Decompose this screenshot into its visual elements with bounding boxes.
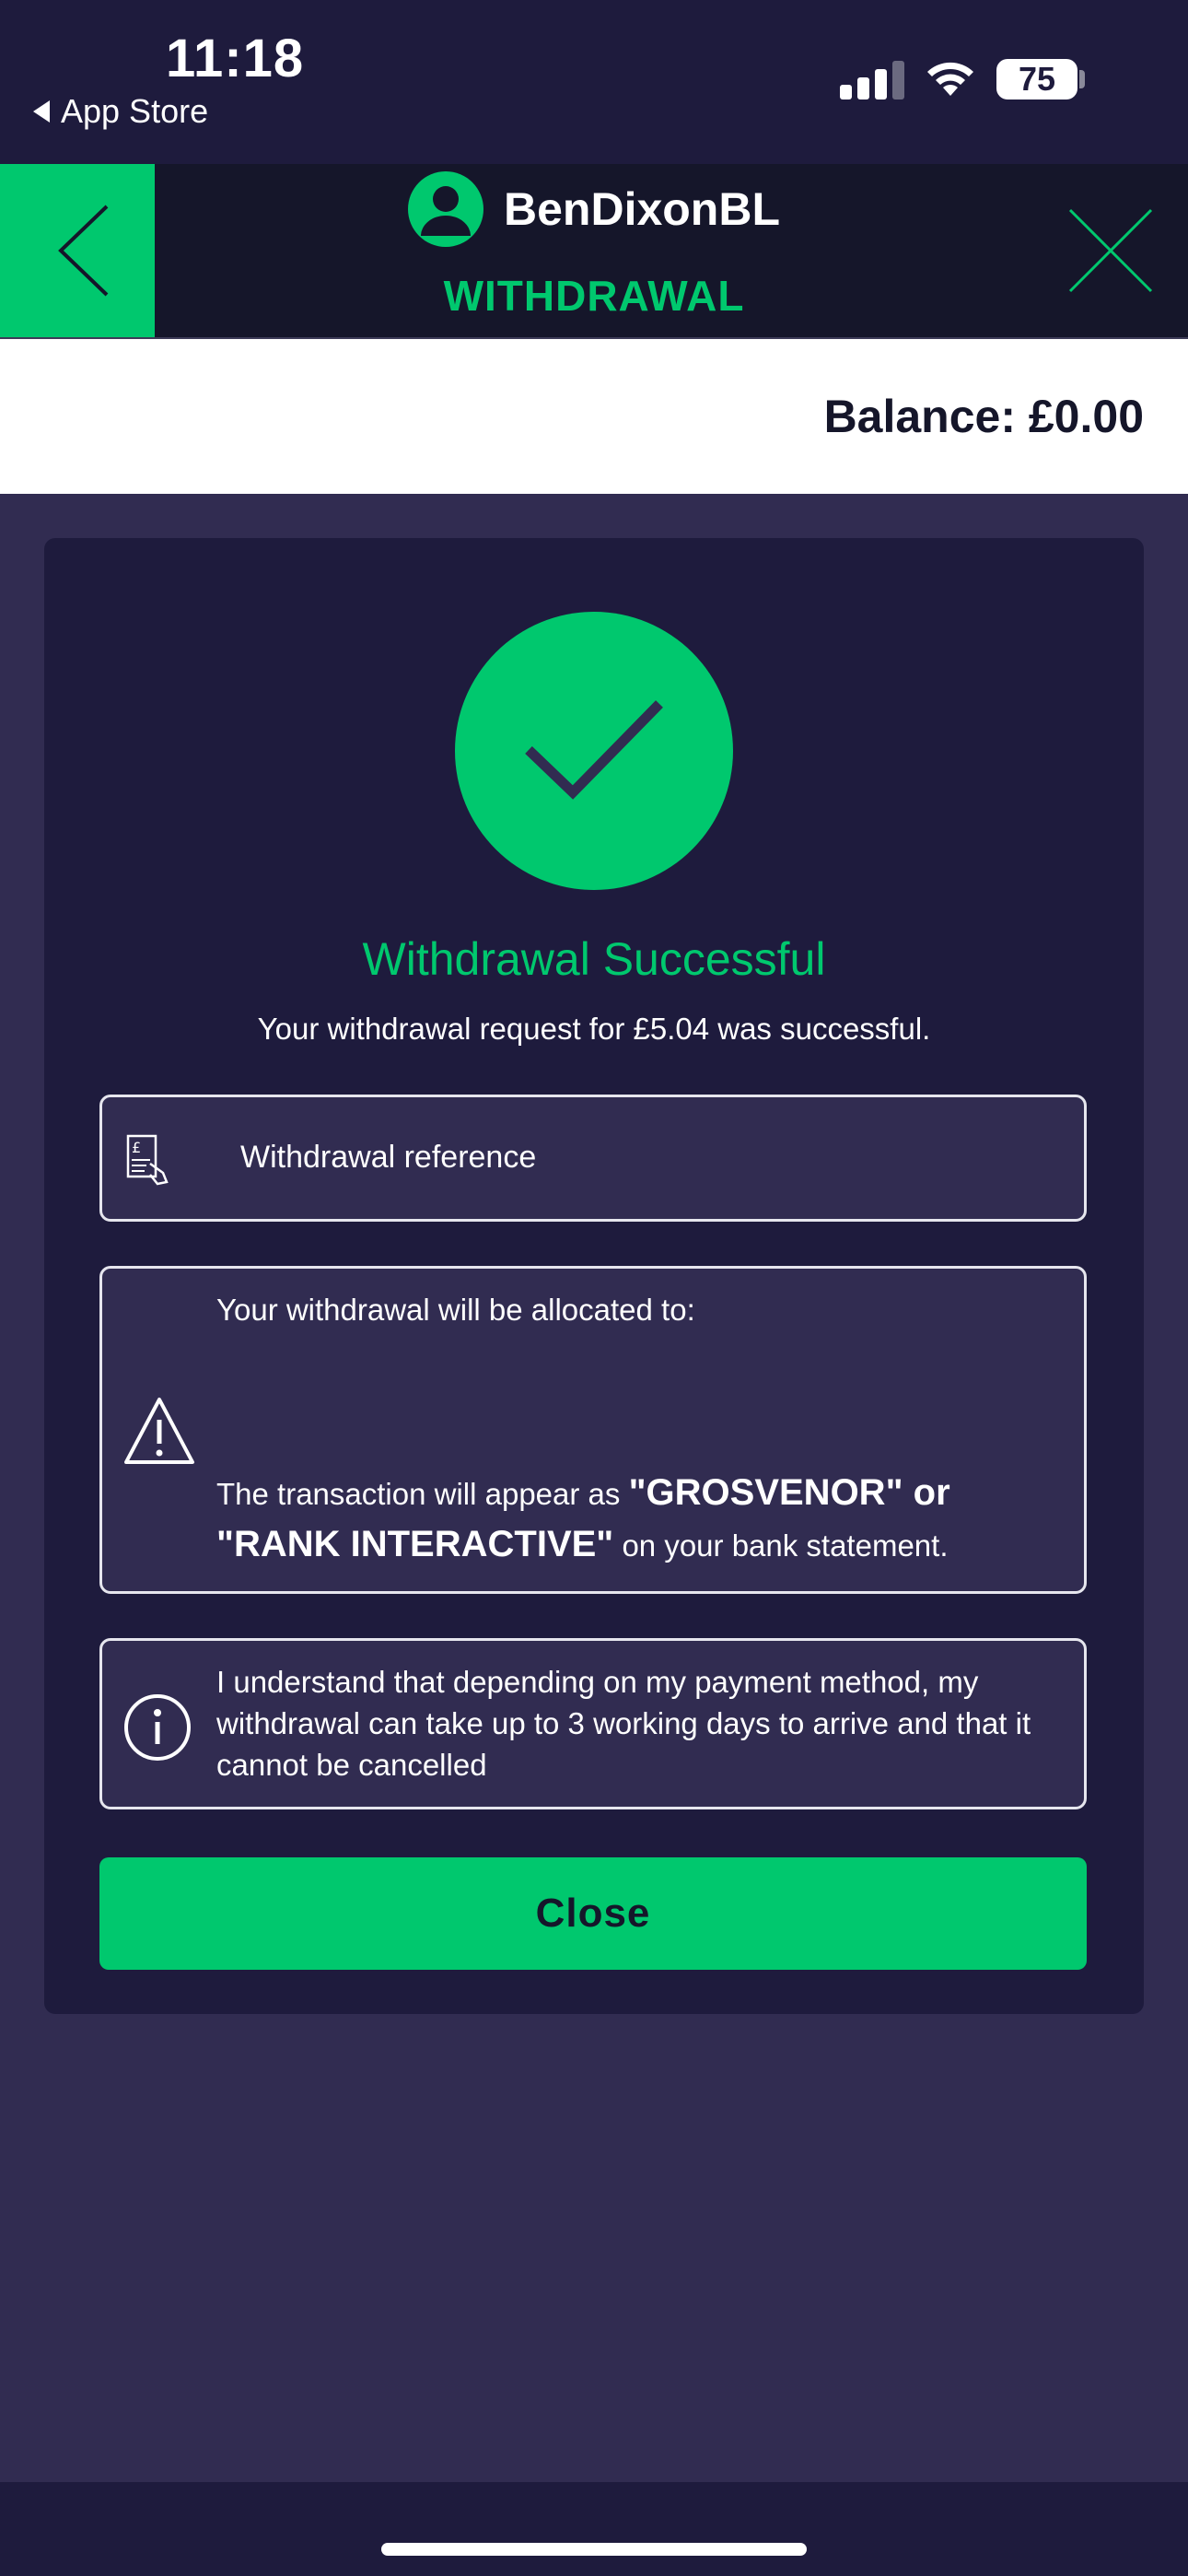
- close-button[interactable]: Close: [99, 1857, 1087, 1970]
- bank-statement-note: The transaction will appear as "GROSVENO…: [216, 1468, 1066, 1571]
- close-icon[interactable]: [1066, 206, 1155, 295]
- success-message: Your withdrawal request for £5.04 was su…: [257, 1012, 931, 1046]
- warning-icon: [124, 1398, 194, 1464]
- withdrawal-result-card: Withdrawal Successful Your withdrawal re…: [44, 538, 1144, 2014]
- back-to-app-link[interactable]: App Store: [33, 92, 208, 131]
- svg-text:£: £: [132, 1139, 141, 1156]
- status-time: 11:18: [166, 29, 305, 88]
- success-title: Withdrawal Successful: [362, 933, 826, 985]
- bottom-bar: [0, 2482, 1188, 2576]
- bank-statement-prefix: The transaction will appear as: [216, 1477, 629, 1511]
- battery-indicator: 75: [996, 59, 1077, 100]
- back-app-label: App Store: [61, 92, 209, 130]
- allocation-heading: Your withdrawal will be allocated to:: [216, 1293, 695, 1327]
- withdrawal-reference-box: £ Withdrawal reference: [99, 1095, 1087, 1222]
- username: BenDixonBL: [504, 183, 780, 235]
- status-bar: 11:18 App Store 75: [0, 0, 1188, 164]
- info-box: I understand that depending on my paymen…: [99, 1638, 1087, 1809]
- info-text: I understand that depending on my paymen…: [216, 1665, 1031, 1782]
- balance-text: Balance: £0.00: [823, 391, 1144, 442]
- avatar-icon: [408, 171, 483, 247]
- page-title: WITHDRAWAL: [443, 272, 745, 320]
- home-indicator[interactable]: [381, 2543, 807, 2556]
- wifi-icon: [927, 62, 973, 96]
- balance-bar: Balance: £0.00: [0, 339, 1188, 494]
- user-info: BenDixonBL: [0, 171, 1188, 247]
- allocation-box: Your withdrawal will be allocated to: Th…: [99, 1266, 1087, 1594]
- receipt-pound-icon: £: [126, 1134, 169, 1186]
- page-header: BenDixonBL WITHDRAWAL: [0, 164, 1188, 339]
- bank-statement-suffix: on your bank statement.: [613, 1528, 949, 1563]
- withdrawal-reference-label: Withdrawal reference: [240, 1140, 537, 1175]
- success-check-icon: [455, 612, 733, 890]
- battery-tip: [1079, 70, 1085, 88]
- back-triangle-icon: [33, 100, 50, 123]
- cellular-signal-icon: [840, 59, 904, 100]
- info-icon: [124, 1694, 191, 1761]
